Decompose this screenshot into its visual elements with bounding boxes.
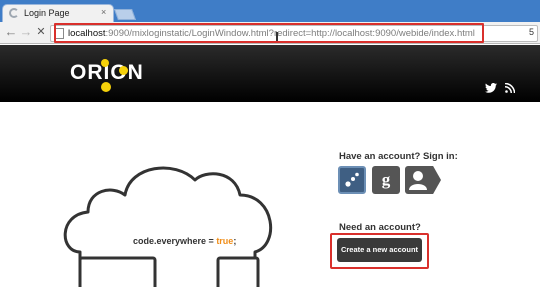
tab-close-button[interactable]: × bbox=[101, 7, 106, 17]
url-highlight-box bbox=[54, 23, 484, 43]
signin-heading: Have an account? Sign in: bbox=[339, 151, 458, 162]
need-account-heading: Need an account? bbox=[339, 222, 421, 233]
omnibox-end-text: 5 bbox=[528, 27, 534, 37]
text-cursor-icon bbox=[276, 32, 278, 41]
svg-text:g: g bbox=[382, 170, 391, 189]
google-icon: g bbox=[382, 170, 391, 189]
loading-icon bbox=[9, 8, 19, 18]
orion-logo[interactable]: ORION bbox=[70, 57, 143, 97]
forward-button[interactable]: → bbox=[19, 25, 33, 39]
rss-icon[interactable] bbox=[505, 83, 515, 93]
site-header: ORION bbox=[0, 45, 540, 102]
tab-strip: Login Page × bbox=[0, 0, 540, 22]
orion-signin-button[interactable] bbox=[338, 166, 366, 194]
stop-button[interactable]: ✕ bbox=[34, 25, 48, 39]
logo-dot bbox=[119, 66, 128, 75]
orion-dots-icon bbox=[345, 172, 359, 187]
tab-login-page[interactable]: Login Page × bbox=[2, 4, 114, 22]
twitter-icon[interactable] bbox=[485, 83, 497, 93]
code-suffix: ; bbox=[233, 236, 237, 246]
browser-window: Login Page × ← → ✕ localhost:9090/mixlog… bbox=[0, 0, 540, 287]
logo-dot bbox=[101, 59, 109, 67]
guest-signin-button[interactable] bbox=[405, 166, 441, 194]
code-prefix: code.everywhere = bbox=[133, 236, 217, 246]
new-tab-button[interactable] bbox=[113, 9, 137, 20]
code-everywhere-slogan: code.everywhere = true; bbox=[133, 236, 236, 246]
user-icon bbox=[409, 171, 427, 190]
logo-dot bbox=[101, 82, 111, 92]
google-signin-button[interactable]: g bbox=[372, 166, 400, 194]
create-account-highlight-box bbox=[330, 233, 429, 269]
back-button[interactable]: ← bbox=[4, 25, 18, 39]
cloud-illustration bbox=[63, 166, 272, 287]
tab-title: Login Page bbox=[24, 8, 70, 18]
code-keyword: true bbox=[216, 236, 234, 246]
